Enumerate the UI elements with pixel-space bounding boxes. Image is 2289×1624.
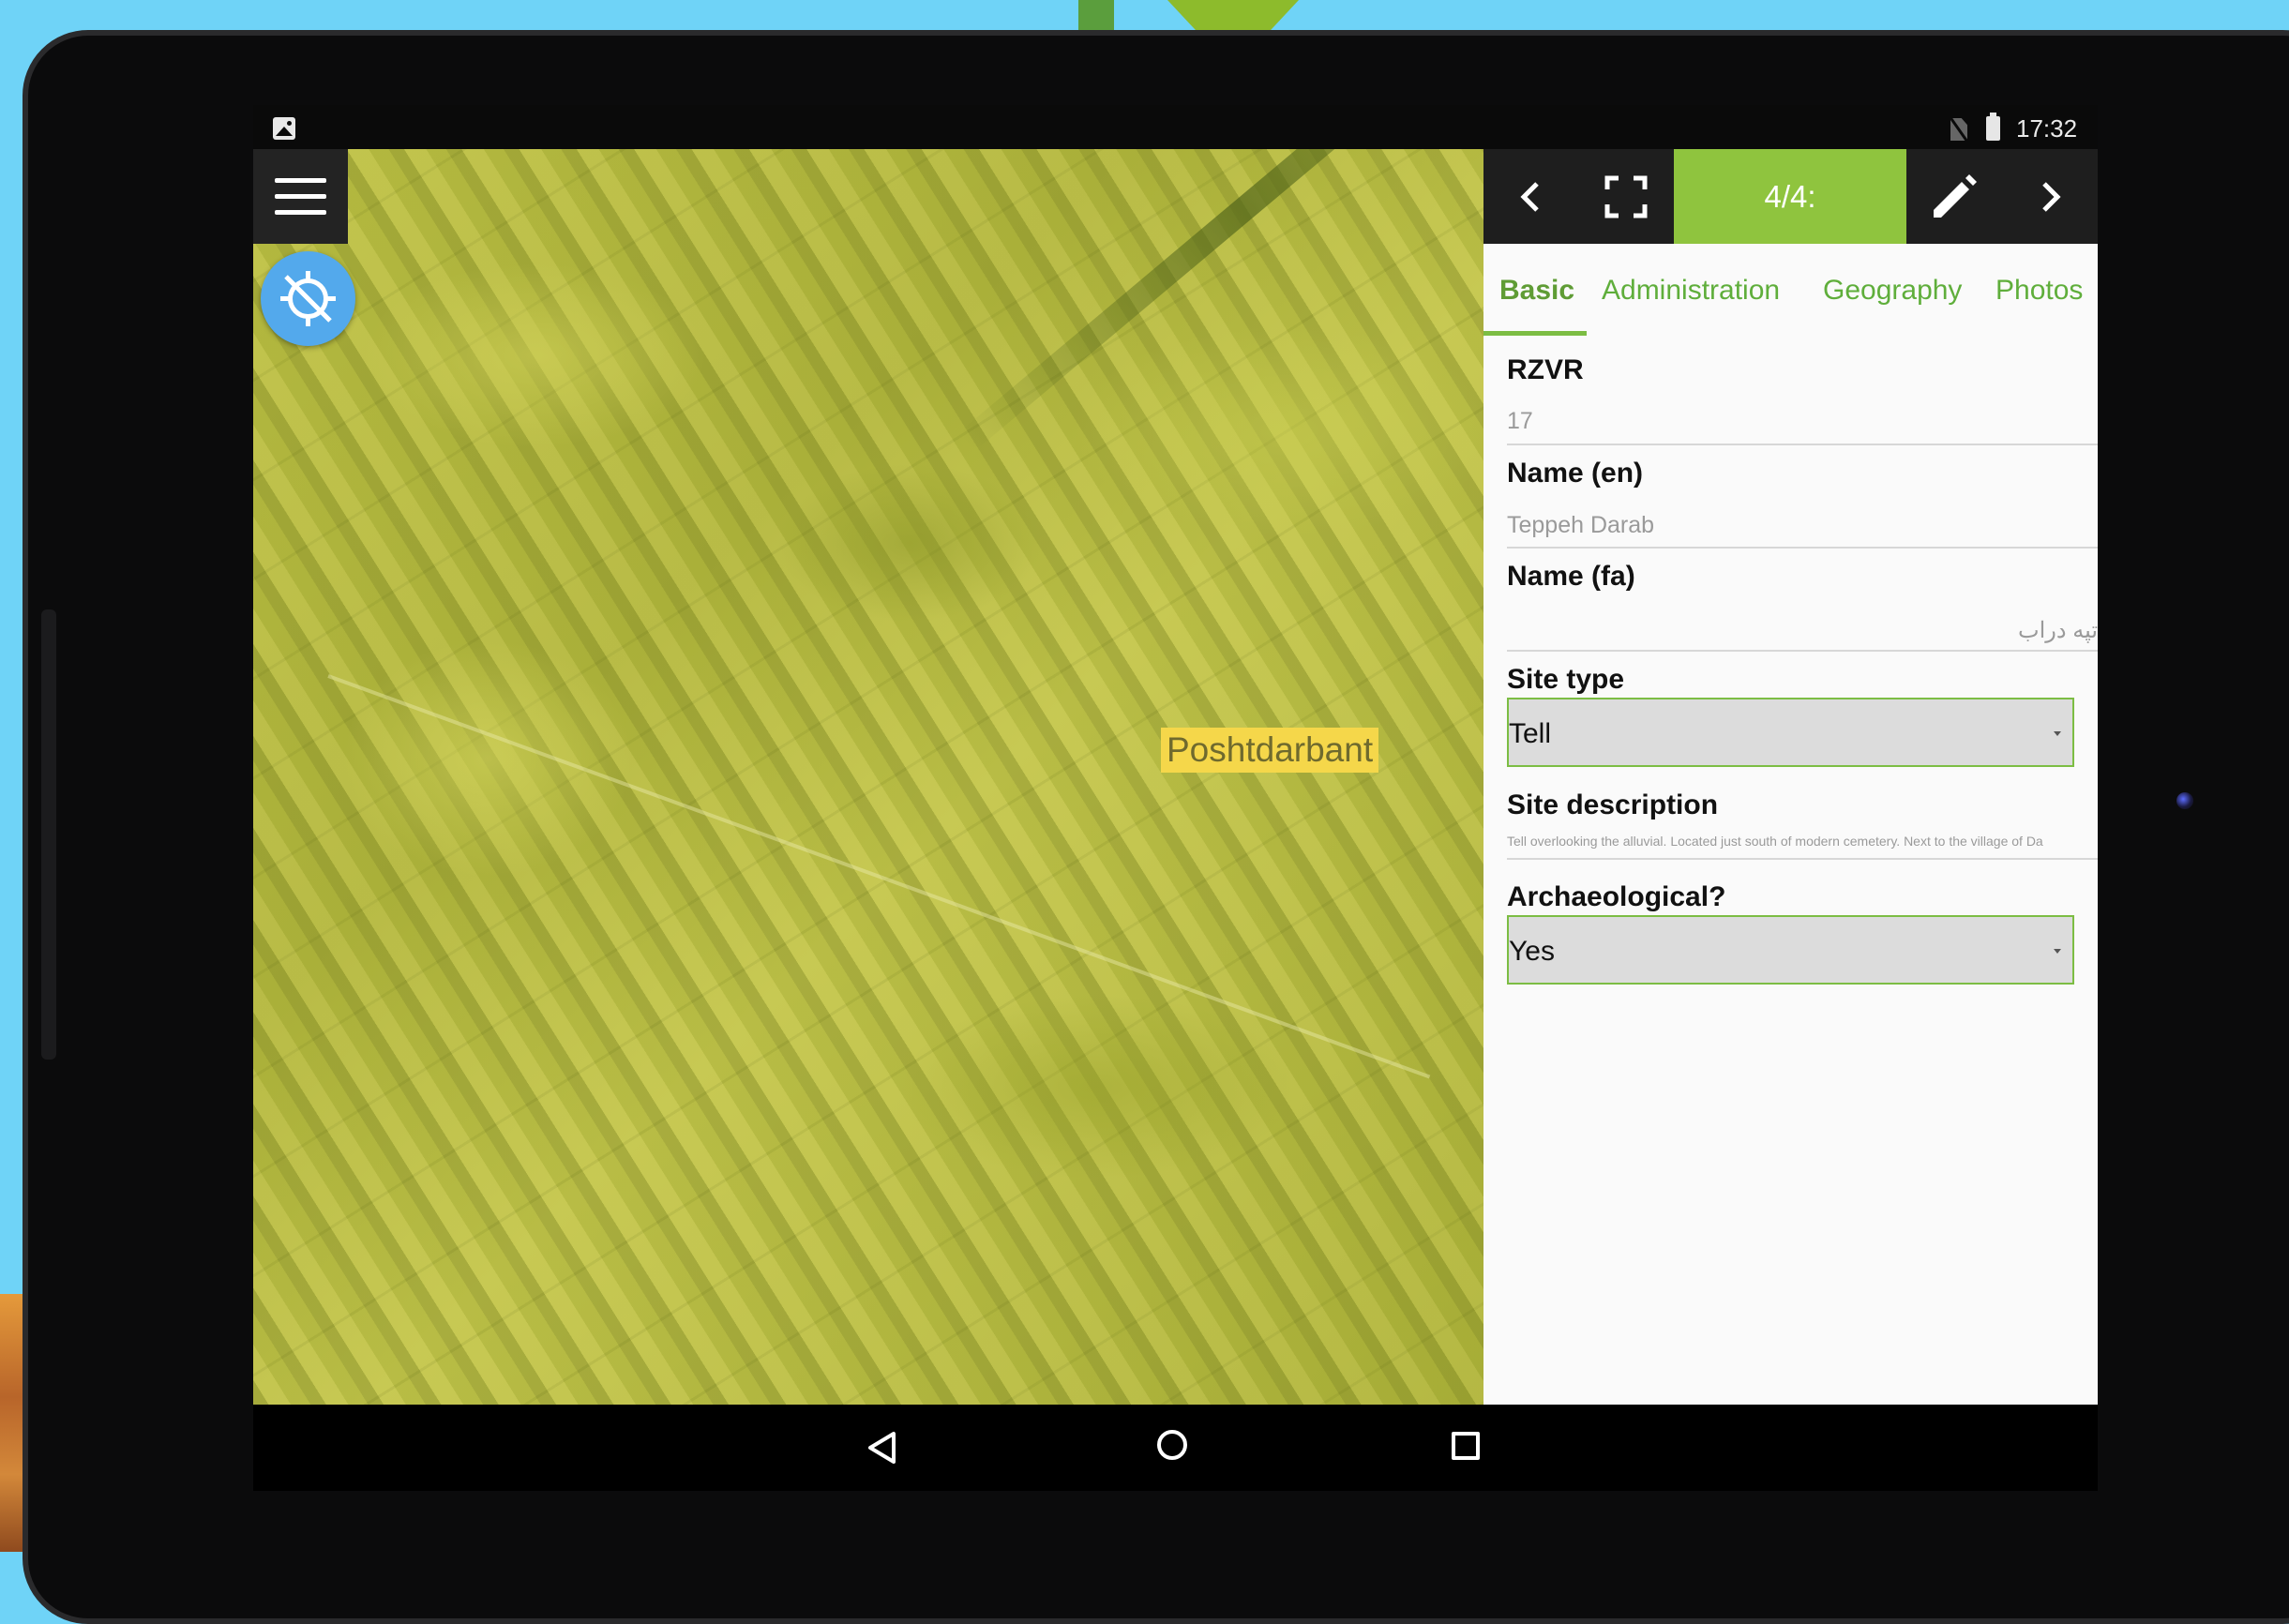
home-nav-icon[interactable] bbox=[1157, 1430, 1187, 1460]
dropdown-caret-icon bbox=[2054, 731, 2061, 736]
map-river-feature bbox=[957, 149, 1483, 452]
record-detail-panel: Basic Administration Geography Photos RZ… bbox=[1483, 244, 2098, 1405]
no-sim-icon bbox=[1950, 118, 1967, 141]
name-en-underline bbox=[1507, 547, 2098, 549]
tab-administration[interactable]: Administration bbox=[1602, 275, 1780, 307]
status-time: 17:32 bbox=[2016, 114, 2078, 143]
device-screen: 17:32 Poshtdarbant 4/4: Basic Administra… bbox=[253, 105, 2098, 1491]
name-fa-underline bbox=[1507, 650, 2098, 652]
record-tabs: Basic Administration Geography Photos bbox=[1483, 244, 2098, 338]
dropdown-caret-icon bbox=[2054, 949, 2061, 954]
camera-lens-icon bbox=[2176, 792, 2193, 809]
back-nav-icon[interactable] bbox=[866, 1431, 899, 1465]
image-notification-icon bbox=[273, 117, 295, 140]
next-record-button[interactable] bbox=[2002, 149, 2098, 244]
fullscreen-button[interactable] bbox=[1578, 149, 1674, 244]
record-counter: 4/4: bbox=[1674, 149, 1906, 244]
site-type-value: Tell bbox=[1509, 718, 1552, 749]
active-tab-indicator bbox=[1483, 331, 1587, 336]
edit-record-button[interactable] bbox=[1906, 149, 2002, 244]
archaeological-label: Archaeological? bbox=[1507, 881, 1726, 912]
rzvr-field[interactable]: 17 bbox=[1507, 408, 1533, 435]
tab-geography[interactable]: Geography bbox=[1823, 275, 1962, 307]
location-disabled-icon bbox=[280, 271, 336, 326]
tab-photos[interactable]: Photos bbox=[1995, 275, 2083, 307]
name-en-field[interactable]: Teppeh Darab bbox=[1507, 512, 1654, 539]
status-bar: 17:32 bbox=[253, 105, 2098, 149]
name-fa-label: Name (fa) bbox=[1507, 561, 1635, 592]
rzvr-label: RZVR bbox=[1507, 354, 1584, 385]
tablet-side-button bbox=[41, 609, 56, 1060]
site-description-field[interactable]: Tell overlooking the alluvial. Located j… bbox=[1507, 834, 2098, 849]
tab-basic[interactable]: Basic bbox=[1499, 275, 1574, 307]
site-type-label: Site type bbox=[1507, 664, 1625, 695]
fullscreen-icon bbox=[1604, 175, 1648, 218]
hamburger-icon bbox=[275, 178, 326, 183]
previous-record-button[interactable] bbox=[1483, 149, 1578, 244]
menu-button[interactable] bbox=[253, 149, 348, 244]
android-navigation-bar bbox=[253, 1405, 2098, 1491]
site-type-select[interactable]: Tell bbox=[1507, 698, 2074, 767]
archaeological-select[interactable]: Yes bbox=[1507, 915, 2074, 985]
site-description-label: Site description bbox=[1507, 789, 1719, 820]
name-fa-field[interactable]: تپه دراب bbox=[2018, 617, 2098, 644]
chevron-right-icon bbox=[2042, 181, 2061, 212]
chevron-left-icon bbox=[1519, 181, 1539, 212]
gps-off-button[interactable] bbox=[261, 251, 355, 346]
site-description-underline bbox=[1507, 858, 2098, 860]
archaeological-value: Yes bbox=[1509, 936, 1555, 967]
record-toolbar: 4/4: bbox=[1483, 149, 2098, 244]
map-place-label[interactable]: Poshtdarbant bbox=[1161, 728, 1379, 773]
satellite-map[interactable]: Poshtdarbant bbox=[253, 149, 1483, 1405]
rzvr-underline bbox=[1507, 444, 2098, 445]
pencil-icon bbox=[1934, 173, 1977, 218]
name-en-label: Name (en) bbox=[1507, 458, 1644, 489]
recent-apps-nav-icon[interactable] bbox=[1452, 1432, 1480, 1460]
battery-charging-icon bbox=[1986, 113, 2000, 141]
